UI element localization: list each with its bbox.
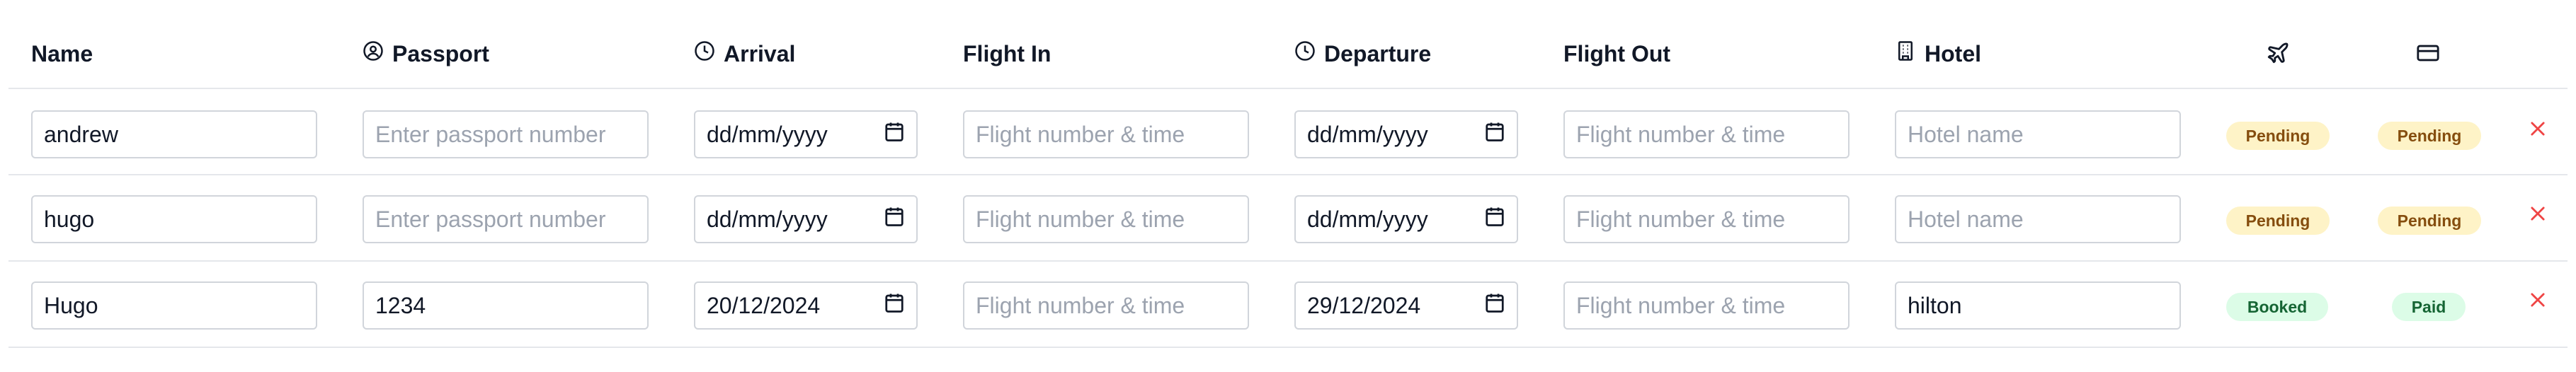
arrival-date-value: dd/mm/yyyy — [707, 206, 828, 232]
header-flight-in: Flight In — [963, 40, 1051, 68]
departure-date-input[interactable]: 29/12/2024 — [1294, 281, 1518, 330]
header-hotel: Hotel — [1895, 40, 1981, 68]
clock-icon — [694, 40, 715, 67]
departure-date-value: dd/mm/yyyy — [1307, 206, 1428, 232]
row-divider — [8, 347, 2568, 348]
name-input[interactable] — [31, 195, 317, 243]
header-name: Name — [31, 40, 93, 68]
header-arrival: Arrival — [694, 40, 795, 68]
flight-in-input[interactable] — [963, 281, 1249, 330]
hotel-input[interactable] — [1895, 195, 2181, 243]
payment-status-badge: Pending — [2378, 122, 2481, 150]
passport-input[interactable] — [363, 281, 649, 330]
header-arrival-label: Arrival — [724, 40, 796, 66]
calendar-icon[interactable] — [1484, 121, 1505, 148]
name-input[interactable] — [31, 110, 317, 158]
passport-input[interactable] — [363, 110, 649, 158]
header-hotel-label: Hotel — [1925, 40, 1981, 66]
x-icon — [2528, 204, 2548, 227]
guest-table: Name Passport Arrival Flight In Departur… — [0, 0, 2576, 372]
flight-status-badge: Pending — [2226, 207, 2330, 235]
header-departure-label: Departure — [1324, 40, 1432, 66]
flight-in-input[interactable] — [963, 195, 1249, 243]
header-passport: Passport — [363, 40, 489, 68]
flight-out-input[interactable] — [1563, 195, 1850, 243]
delete-row-button[interactable] — [2525, 202, 2551, 228]
x-icon — [2528, 119, 2548, 142]
delete-row-button[interactable] — [2525, 117, 2551, 143]
calendar-icon[interactable] — [884, 206, 905, 233]
arrival-date-input[interactable]: 20/12/2024 — [694, 281, 918, 330]
x-icon — [2528, 290, 2548, 313]
header-flight-out-label: Flight Out — [1563, 40, 1671, 66]
credit-card-icon — [2416, 41, 2440, 65]
passport-input[interactable] — [363, 195, 649, 243]
departure-date-value: 29/12/2024 — [1307, 292, 1421, 318]
table-row: dd/mm/yyyy dd/mm/yyyy Pending Pending — [0, 89, 2576, 174]
table-row: 20/12/2024 29/12/2024 Booked Paid — [0, 262, 2576, 347]
clock-icon — [1294, 40, 1316, 67]
departure-date-input[interactable]: dd/mm/yyyy — [1294, 110, 1518, 158]
hotel-input[interactable] — [1895, 281, 2181, 330]
flight-out-input[interactable] — [1563, 110, 1850, 158]
header-flight-in-label: Flight In — [963, 40, 1052, 66]
building-icon — [1895, 40, 1916, 67]
flight-status-badge: Booked — [2226, 293, 2328, 321]
table-row: dd/mm/yyyy dd/mm/yyyy Pending Pending — [0, 175, 2576, 260]
arrival-date-value: 20/12/2024 — [707, 292, 821, 318]
flight-status-badge: Pending — [2226, 122, 2330, 150]
calendar-icon[interactable] — [1484, 292, 1505, 319]
arrival-date-input[interactable]: dd/mm/yyyy — [694, 110, 918, 158]
arrival-date-input[interactable]: dd/mm/yyyy — [694, 195, 918, 243]
name-input[interactable] — [31, 281, 317, 330]
plane-icon — [2266, 41, 2290, 65]
flight-out-input[interactable] — [1563, 281, 1850, 330]
payment-status-badge: Paid — [2392, 293, 2466, 321]
header-name-label: Name — [31, 40, 93, 66]
delete-row-button[interactable] — [2525, 289, 2551, 314]
calendar-icon[interactable] — [1484, 206, 1505, 233]
header-departure: Departure — [1294, 40, 1431, 68]
arrival-date-value: dd/mm/yyyy — [707, 121, 828, 147]
departure-date-value: dd/mm/yyyy — [1307, 121, 1428, 147]
hotel-input[interactable] — [1895, 110, 2181, 158]
table-header: Name Passport Arrival Flight In Departur… — [0, 0, 2576, 88]
departure-date-input[interactable]: dd/mm/yyyy — [1294, 195, 1518, 243]
header-passport-label: Passport — [392, 40, 489, 66]
calendar-icon[interactable] — [884, 121, 905, 148]
flight-in-input[interactable] — [963, 110, 1249, 158]
payment-status-badge: Pending — [2378, 207, 2481, 235]
calendar-icon[interactable] — [884, 292, 905, 319]
header-flight-out: Flight Out — [1563, 40, 1670, 68]
user-circle-icon — [363, 40, 384, 67]
